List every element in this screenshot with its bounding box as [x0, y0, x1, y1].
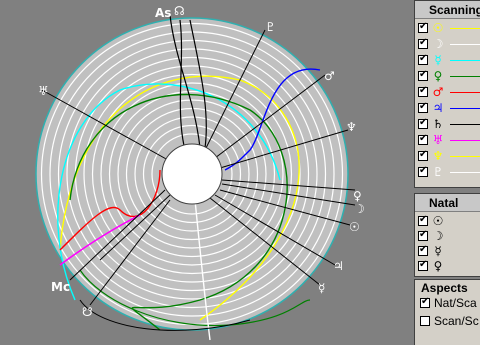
natal-item-checkbox[interactable] — [418, 214, 428, 226]
natal-item-checkbox[interactable] — [418, 244, 428, 256]
natal-planet-glyph-icon: ♀ — [433, 259, 443, 273]
label-venus: ♀ — [353, 189, 362, 203]
planet-glyph-icon: ☉ — [432, 21, 444, 35]
scanning-item-row[interactable]: ♇ — [415, 164, 480, 180]
natal-item-checkbox[interactable] — [418, 259, 428, 271]
scanning-item-checkbox[interactable] — [418, 133, 428, 145]
scanning-item-row[interactable]: ♅ — [415, 132, 480, 148]
aspect-nat-sca-label: Nat/Sca — [434, 296, 477, 310]
natal-planet-glyph-icon: ☉ — [432, 214, 444, 228]
natal-planet-glyph-icon: ☿ — [434, 244, 442, 258]
scanning-item-checkbox[interactable] — [418, 37, 428, 49]
natal-planet-glyph-icon: ☽ — [432, 229, 444, 243]
label-jupiter: ♃ — [333, 259, 344, 273]
track-color-swatch — [450, 171, 480, 173]
track-color-swatch — [450, 123, 480, 125]
label-node-bottom: ☋ — [82, 305, 93, 319]
planet-glyph-icon: ♅ — [432, 133, 444, 147]
scanning-item-checkbox[interactable] — [418, 53, 428, 65]
planet-glyph-icon: ♇ — [432, 165, 444, 179]
planet-glyph-icon: ☿ — [434, 53, 442, 67]
natal-item-row[interactable]: ♀ — [415, 258, 444, 274]
scanning-item-checkbox[interactable] — [418, 117, 428, 129]
scanning-item-row[interactable]: ♆ — [415, 148, 480, 164]
label-uranus: ♅ — [38, 84, 49, 98]
scanning-item-checkbox[interactable] — [418, 101, 428, 113]
natal-panel: Natal ☉☽☿♀ — [414, 193, 480, 277]
scanning-item-checkbox[interactable] — [418, 149, 428, 161]
aspect-nat-sca-checkbox[interactable] — [420, 296, 430, 308]
center-hub — [161, 143, 223, 205]
scanning-item-row[interactable]: ♂ — [415, 84, 480, 100]
scanning-item-checkbox[interactable] — [418, 85, 428, 97]
scanning-item-row[interactable]: ☽ — [415, 36, 480, 52]
scanning-item-row[interactable]: ☿ — [415, 52, 480, 68]
track-color-swatch — [450, 155, 480, 157]
scanning-item-checkbox[interactable] — [418, 21, 428, 33]
aspects-panel-title: Aspects — [421, 281, 468, 295]
label-mc: Mc — [51, 280, 70, 294]
natal-item-row[interactable]: ☽ — [415, 228, 444, 244]
natal-item-row[interactable]: ☉ — [415, 213, 444, 229]
planet-glyph-icon: ♄ — [432, 117, 444, 131]
aspect-scan-sc-label: Scan/Sc — [434, 314, 479, 328]
scanning-item-row[interactable]: ♄ — [415, 116, 480, 132]
natal-item-checkbox[interactable] — [418, 229, 428, 241]
transit-wheel-chart: As ☊ ♇ ♂ ♅ ♆ ♀ ☽ ☉ ♃ ☿ Mc ☋ — [35, 4, 365, 341]
scanning-item-checkbox[interactable] — [418, 69, 428, 81]
label-moon: ☽ — [354, 202, 365, 216]
track-color-swatch — [450, 27, 480, 29]
aspect-option-nat-sca[interactable]: Nat/Sca — [417, 295, 477, 311]
label-mercury: ☿ — [318, 281, 325, 295]
planet-glyph-icon: ♆ — [432, 149, 444, 163]
scanning-item-checkbox[interactable] — [418, 165, 428, 177]
planet-glyph-icon: ♀ — [433, 69, 443, 83]
track-color-swatch — [450, 139, 480, 141]
aspect-option-scan-sc[interactable]: Scan/Sc — [417, 313, 479, 329]
label-sun: ☉ — [349, 220, 360, 234]
scanning-item-row[interactable]: ♀ — [415, 68, 480, 84]
scanning-item-row[interactable]: ☉ — [415, 20, 480, 36]
planet-glyph-icon: ♂ — [432, 85, 444, 99]
track-color-swatch — [450, 43, 480, 45]
scanning-item-row[interactable]: ♃ — [415, 100, 480, 116]
scanning-panel: Scanning ☉ ☽ ☿ ♀ ♂ ♃ ♄ ♅ ♆ ♇ — [414, 0, 480, 188]
track-color-swatch — [450, 107, 480, 109]
natal-item-row[interactable]: ☿ — [415, 243, 444, 259]
label-pluto: ♇ — [265, 20, 276, 34]
planet-glyph-icon: ♃ — [432, 101, 444, 115]
label-mars: ♂ — [324, 69, 335, 83]
label-neptune: ♆ — [346, 120, 357, 134]
label-asc: As — [155, 6, 171, 20]
track-color-swatch — [450, 75, 480, 77]
track-color-swatch — [450, 59, 480, 61]
aspect-scan-sc-checkbox[interactable] — [420, 316, 430, 326]
scanning-panel-title: Scanning — [415, 1, 480, 19]
aspects-panel: Aspects Nat/Sca Scan/Sc — [414, 279, 480, 345]
label-node-top: ☊ — [174, 4, 185, 18]
planet-glyph-icon: ☽ — [432, 37, 444, 51]
track-color-swatch — [450, 91, 480, 93]
natal-panel-title: Natal — [415, 194, 480, 212]
